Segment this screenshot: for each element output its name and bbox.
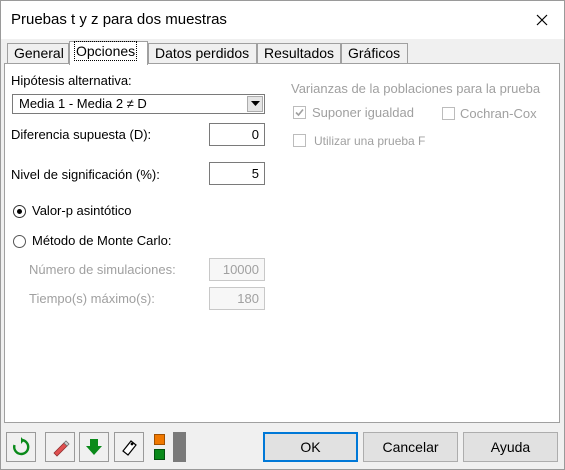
f-test-checkbox[interactable] (293, 134, 306, 147)
tab-label: Resultados (264, 45, 335, 61)
gray-bar-icon[interactable] (173, 432, 186, 462)
tab-graficos[interactable]: Gráficos (341, 43, 408, 64)
tab-datos-perdidos[interactable]: Datos perdidos (148, 43, 257, 64)
eraser-button[interactable] (45, 432, 75, 462)
checkmark-icon (295, 108, 304, 117)
tab-label: General (14, 45, 64, 61)
refresh-icon (13, 437, 30, 456)
alt-hypothesis-select[interactable]: Media 1 - Media 2 ≠ D (12, 94, 265, 114)
tag-button[interactable] (114, 432, 144, 462)
tab-resultados[interactable]: Resultados (257, 43, 341, 64)
alt-hypothesis-label: Hipótesis alternativa: (11, 73, 132, 88)
cochran-cox-checkbox[interactable] (442, 107, 455, 120)
monte-carlo-label: Método de Monte Carlo: (32, 233, 172, 248)
alt-hypothesis-value: Media 1 - Media 2 ≠ D (19, 96, 147, 111)
num-simulations-label: Número de simulaciones: (29, 262, 176, 277)
difference-input[interactable]: 0 (209, 123, 265, 146)
cancel-button[interactable]: Cancelar (363, 432, 458, 462)
ok-button[interactable]: OK (263, 432, 358, 462)
green-block (154, 449, 165, 460)
arrow-down-icon (86, 439, 102, 455)
tag-icon (122, 440, 137, 456)
assume-equal-label: Suponer igualdad (312, 105, 414, 120)
significance-label: Nivel de significación (%): (11, 167, 160, 182)
chevron-down-icon[interactable] (247, 96, 263, 112)
assume-equal-checkbox[interactable] (293, 106, 306, 119)
cochran-cox-label: Cochran-Cox (460, 106, 537, 121)
down-arrow-button[interactable] (79, 432, 109, 462)
max-time-label: Tiempo(s) máximo(s): (29, 291, 155, 306)
radio-selected-dot (17, 209, 22, 214)
tab-label: Datos perdidos (155, 45, 250, 61)
close-button[interactable] (520, 1, 564, 39)
options-panel: Hipótesis alternativa: Media 1 - Media 2… (4, 63, 560, 423)
monte-carlo-radio[interactable] (13, 235, 26, 248)
pvalue-asymptotic-radio[interactable] (13, 205, 26, 218)
max-time-input[interactable]: 180 (209, 287, 265, 310)
help-button[interactable]: Ayuda (463, 432, 558, 462)
orange-block (154, 434, 165, 445)
title-bar: Pruebas t y z para dos muestras (1, 1, 564, 39)
num-simulations-input[interactable]: 10000 (209, 258, 265, 281)
variances-title: Varianzas de la poblaciones para la prue… (291, 81, 541, 96)
column-color-icon[interactable] (152, 432, 167, 462)
significance-input[interactable]: 5 (209, 162, 265, 185)
reset-button[interactable] (6, 432, 36, 462)
difference-label: Diferencia supuesta (D): (11, 127, 152, 142)
tab-opciones[interactable]: Opciones (69, 41, 148, 65)
f-test-label: Utilizar una prueba F (314, 134, 426, 148)
close-icon (536, 14, 548, 26)
tab-general[interactable]: General (7, 43, 69, 64)
pvalue-asymptotic-label: Valor-p asintótico (32, 203, 132, 218)
window-title: Pruebas t y z para dos muestras (11, 11, 227, 28)
dialog-window: Pruebas t y z para dos muestras General … (0, 0, 565, 470)
tab-label: Opciones (73, 41, 138, 61)
eraser-icon (53, 440, 70, 457)
tab-label: Gráficos (348, 45, 401, 61)
